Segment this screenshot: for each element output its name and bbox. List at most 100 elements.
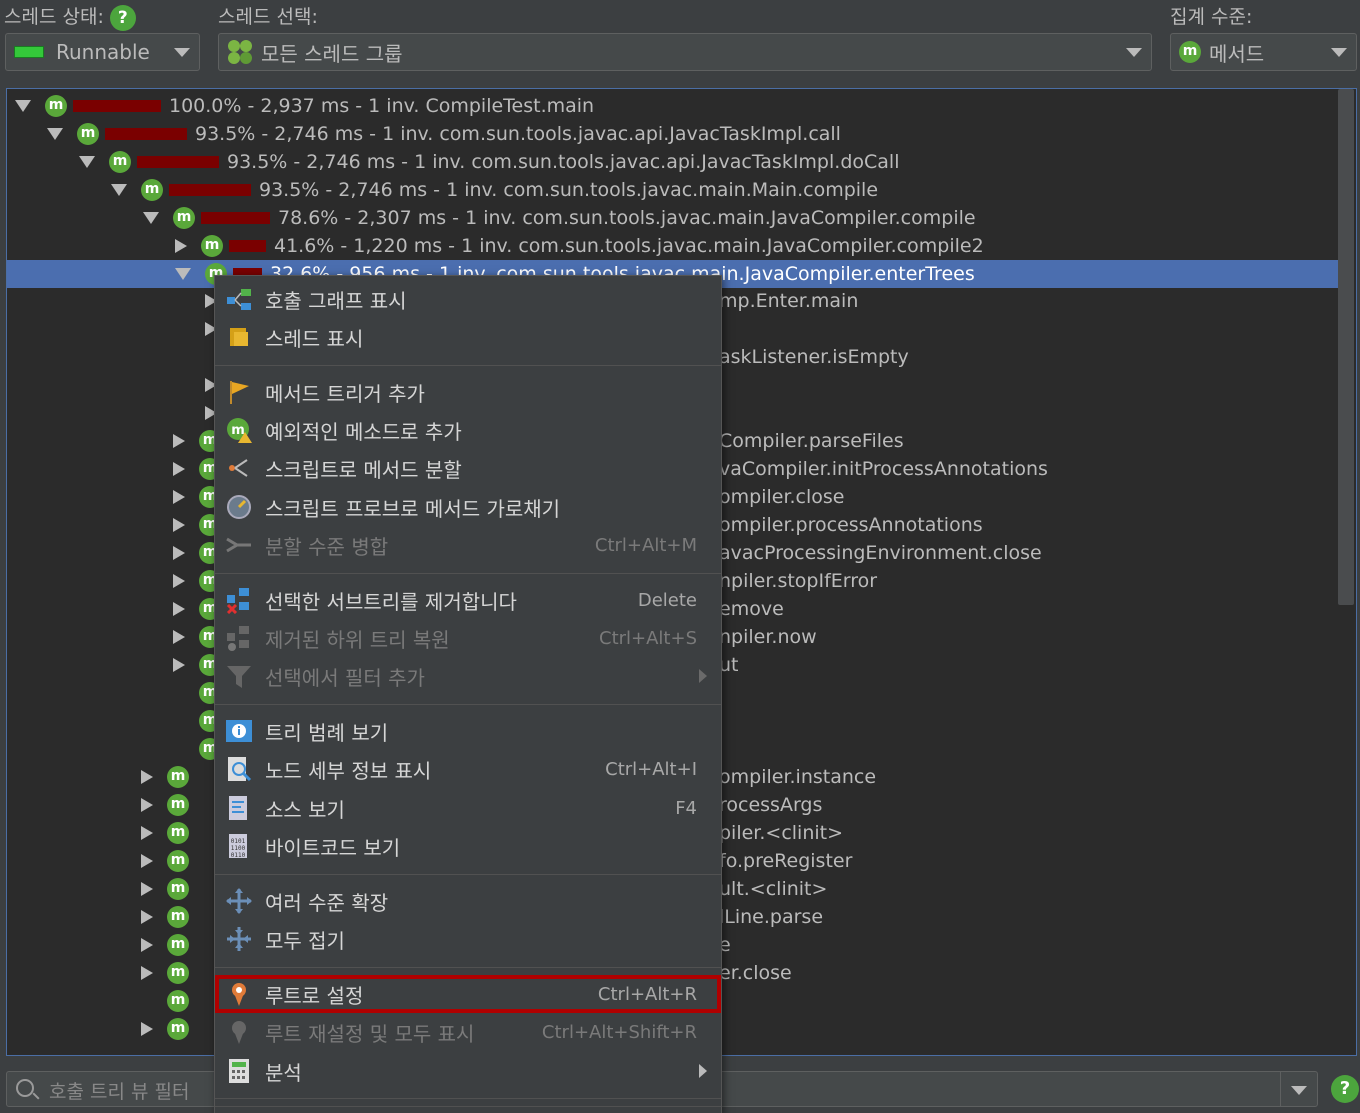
menu-item[interactable]: 스크립트 프로브로 메서드 가로채기	[215, 488, 721, 526]
collapsed-arrow-icon[interactable]	[141, 826, 153, 840]
time-bar	[73, 100, 161, 112]
thread-group-dropdown[interactable]: 모든 스레드 그룹	[218, 33, 1152, 71]
chevron-down-icon[interactable]	[1291, 1086, 1307, 1095]
expanded-arrow-icon[interactable]	[143, 212, 159, 224]
method-icon: m	[77, 123, 99, 145]
tree-row-label[interactable]: npiler.now	[719, 623, 1319, 651]
menu-item[interactable]: 선택한 서브트리를 제거합니다 Delete	[215, 581, 721, 619]
aggregation-label: 집계 수준:	[1170, 6, 1253, 28]
expanded-arrow-icon[interactable]	[47, 128, 63, 140]
tree-row-label[interactable]: vaCompiler.initProcessAnnotations	[719, 455, 1319, 483]
menu-item[interactable]: 여러 수준 확장	[215, 882, 721, 920]
menu-item[interactable]: 스레드 표시	[215, 318, 721, 356]
collapsed-arrow-icon[interactable]	[173, 434, 185, 448]
thread-groups-icon	[227, 39, 253, 65]
menu-item[interactable]: 분석	[215, 1052, 721, 1090]
menu-item-label: 호출 그래프 표시	[265, 288, 407, 313]
menu-item[interactable]: 소스 보기 F4	[215, 789, 721, 827]
collapsed-arrow-icon[interactable]	[173, 602, 185, 616]
tree-row-label[interactable]: npiler.stopIfError	[719, 567, 1319, 595]
collapsed-arrow-icon[interactable]	[141, 910, 153, 924]
menu-item-label: 선택한 서브트리를 제거합니다	[265, 589, 517, 614]
menu-item[interactable]: 트리 범례 보기	[215, 712, 721, 750]
collapsed-arrow-icon[interactable]	[175, 239, 187, 253]
tree-row-label[interactable]: askListener.isEmpty	[719, 343, 1319, 371]
tree-row-label[interactable]: Compiler.parseFiles	[719, 427, 1319, 455]
tree-row-label[interactable]: mp.Enter.main	[719, 287, 1319, 315]
tree-row-label[interactable]: rocessArgs	[719, 791, 1319, 819]
tree-row-label[interactable]: ompiler.instance	[719, 763, 1319, 791]
thread-state-label: 스레드 상태:?	[4, 2, 136, 31]
menu-item: 분할 수준 병합 Ctrl+Alt+M	[215, 526, 721, 564]
bytecode-icon: 0101 1100 0110	[225, 832, 253, 860]
menu-item-shortcut: Ctrl+Alt+S	[599, 627, 697, 649]
collapsed-arrow-icon[interactable]	[141, 798, 153, 812]
collapsed-arrow-icon[interactable]	[141, 854, 153, 868]
expanded-arrow-icon[interactable]	[175, 268, 191, 280]
thread-state-dropdown[interactable]: Runnable	[5, 33, 200, 71]
menu-item-label: 분석	[265, 1060, 302, 1085]
collapsed-arrow-icon[interactable]	[173, 490, 185, 504]
menu-item[interactable]: 메서드 트리거 추가	[215, 373, 721, 411]
collapsed-arrow-icon[interactable]	[141, 770, 153, 784]
collapsed-arrow-icon[interactable]	[173, 462, 185, 476]
tree-row[interactable]: m 78.6% - 2,307 ms - 1 inv. com.sun.tools…	[7, 204, 1338, 232]
collapsed-arrow-icon[interactable]	[173, 630, 185, 644]
menu-item-shortcut: Ctrl+Alt+M	[594, 534, 697, 556]
search-icon[interactable]	[16, 1079, 34, 1097]
collapsed-arrow-icon[interactable]	[173, 574, 185, 588]
help-icon[interactable]: ?	[109, 4, 136, 31]
tree-row[interactable]: m 100.0% - 2,937 ms - 1 inv. CompileTest.…	[7, 92, 1338, 120]
thread-select-label: 스레드 선택:	[218, 6, 318, 28]
expanded-arrow-icon[interactable]	[111, 184, 127, 196]
collapsed-arrow-icon[interactable]	[141, 966, 153, 980]
menu-item[interactable]: 스크립트로 메서드 분할	[215, 449, 721, 487]
tree-row[interactable]: m 41.6% - 1,220 ms - 1 inv. com.sun.tools…	[7, 232, 1338, 260]
collapsed-arrow-icon[interactable]	[173, 658, 185, 672]
menu-item[interactable]: 호출 그래프 표시	[215, 280, 721, 318]
tree-row-label[interactable]: er.close	[719, 959, 1319, 987]
menu-item[interactable]: 모두 접기	[215, 920, 721, 958]
collapsed-arrow-icon[interactable]	[173, 546, 185, 560]
tree-row[interactable]: m 93.5% - 2,746 ms - 1 inv. com.sun.tools…	[7, 148, 1338, 176]
call-graph-icon	[225, 285, 253, 313]
tree-row-label[interactable]: avacProcessingEnvironment.close	[719, 539, 1319, 567]
menu-item[interactable]: m 예외적인 메소드로 추가	[215, 411, 721, 449]
tree-row-label[interactable]: ult.<clinit>	[719, 875, 1319, 903]
reset-root-icon	[225, 1018, 253, 1046]
menu-item-label: 스크립트 프로브로 메서드 가로채기	[265, 496, 561, 521]
menu-item-label: 트리 범례 보기	[265, 720, 389, 745]
tree-row-label[interactable]: ompiler.close	[719, 483, 1319, 511]
filter-icon	[225, 662, 253, 690]
help-icon[interactable]: ?	[1331, 1075, 1359, 1103]
aggregation-dropdown[interactable]: m 메서드	[1170, 33, 1357, 71]
chevron-down-icon	[1331, 48, 1347, 57]
menu-separator	[215, 1106, 721, 1107]
tree-row-label[interactable]: lLine.parse	[719, 903, 1319, 931]
tree-row-label[interactable]: emove	[719, 595, 1319, 623]
expanded-arrow-icon[interactable]	[15, 100, 31, 112]
collapsed-arrow-icon[interactable]	[141, 882, 153, 896]
method-icon: m	[167, 878, 189, 900]
menu-item[interactable]: 노드 세부 정보 표시 Ctrl+Alt+I	[215, 750, 721, 788]
tree-row-label[interactable]: piler.<clinit>	[719, 819, 1319, 847]
collapsed-arrow-icon[interactable]	[141, 938, 153, 952]
vertical-scrollbar[interactable]	[1338, 89, 1354, 605]
tree-row-label[interactable]: fo.preRegister	[719, 847, 1319, 875]
menu-separator	[215, 874, 721, 875]
menu-item[interactable]: 루트로 설정 Ctrl+Alt+R	[215, 975, 721, 1013]
time-bar	[229, 240, 266, 252]
tree-row[interactable]: m 93.5% - 2,746 ms - 1 inv. com.sun.tools…	[7, 176, 1338, 204]
collapsed-arrow-icon[interactable]	[141, 1022, 153, 1036]
tree-row-label[interactable]: ut	[719, 651, 1319, 679]
tree-row-label[interactable]: e	[719, 931, 1319, 959]
menu-separator	[215, 967, 721, 968]
collapsed-arrow-icon[interactable]	[173, 518, 185, 532]
menu-item-shortcut: F4	[675, 797, 697, 819]
menu-item[interactable]: 0101 1100 0110 바이트코드 보기	[215, 827, 721, 865]
method-icon: m	[173, 207, 195, 229]
expanded-arrow-icon[interactable]	[79, 156, 95, 168]
tree-row[interactable]: m 93.5% - 2,746 ms - 1 inv. com.sun.tools…	[7, 120, 1338, 148]
submenu-arrow-icon	[699, 1064, 707, 1078]
tree-row-label[interactable]: ompiler.processAnnotations	[719, 511, 1319, 539]
